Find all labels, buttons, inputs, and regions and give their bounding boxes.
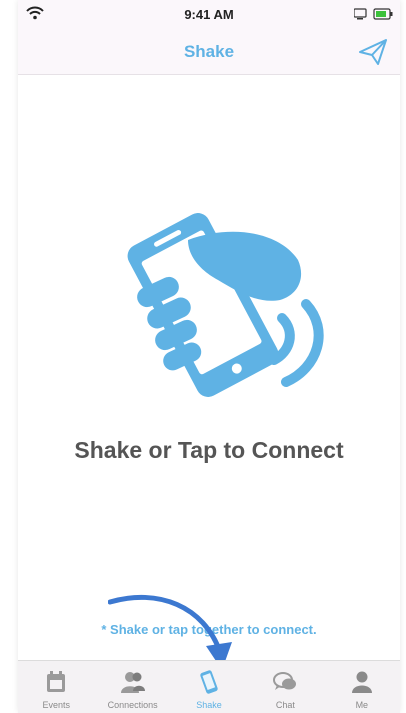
tab-label: Connections — [107, 700, 158, 710]
connect-headline: Shake or Tap to Connect — [74, 437, 344, 463]
phone-icon — [200, 670, 218, 694]
tab-bar: Events Connections Shake Chat Me — [18, 660, 400, 713]
calendar-icon — [47, 671, 66, 692]
tab-label: Events — [42, 700, 70, 710]
tab-shake[interactable]: Shake — [171, 661, 247, 713]
tab-events[interactable]: Events — [18, 661, 94, 713]
battery-icon — [354, 8, 393, 20]
people-icon — [120, 672, 145, 693]
phone-screen: 9:41 AM Shake Shake or Tap to Connect * … — [18, 0, 400, 713]
navigation-bar: Shake — [18, 28, 400, 75]
send-icon[interactable] — [358, 38, 388, 66]
status-time: 9:41 AM — [184, 7, 234, 22]
tab-label: Chat — [275, 700, 295, 710]
page-title: Shake — [183, 42, 235, 61]
chat-bubbles-icon — [273, 672, 297, 690]
tab-chat[interactable]: Chat — [247, 661, 323, 713]
person-icon — [351, 671, 372, 693]
tab-label: Shake — [196, 700, 222, 710]
tab-label: Me — [355, 700, 369, 710]
tab-connections[interactable]: Connections — [94, 661, 170, 713]
tab-me[interactable]: Me — [324, 661, 400, 713]
shake-phone-illustration[interactable] — [118, 200, 348, 410]
status-bar: 9:41 AM — [18, 0, 400, 28]
